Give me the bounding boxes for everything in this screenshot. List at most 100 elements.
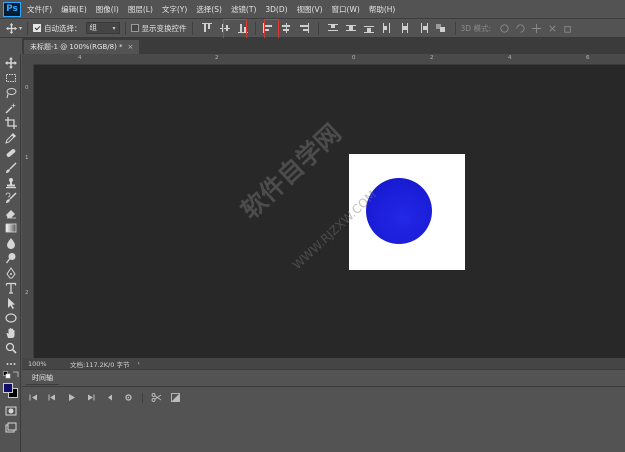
move-tool-icon[interactable] bbox=[6, 22, 17, 34]
align-top-edges-icon[interactable] bbox=[201, 22, 213, 34]
foreground-color-swatch[interactable] bbox=[3, 383, 13, 393]
chevron-right-icon[interactable]: › bbox=[137, 360, 139, 367]
3d-roll-icon[interactable] bbox=[515, 23, 526, 34]
3d-mode-label: 3D 模式: bbox=[460, 23, 491, 33]
align-horizontal-centers-icon[interactable] bbox=[280, 22, 292, 34]
menu-edit[interactable]: 编辑(E) bbox=[61, 4, 87, 15]
crop-tool-icon[interactable] bbox=[5, 117, 17, 129]
ruler-number: 0 bbox=[352, 55, 356, 61]
chevron-down-icon: ▾ bbox=[112, 25, 116, 32]
blur-tool-icon[interactable] bbox=[5, 237, 17, 249]
pen-tool-icon[interactable] bbox=[5, 267, 17, 279]
ruler-number: 0 bbox=[25, 85, 29, 91]
tool-preset-chevron-icon[interactable]: ▾ bbox=[19, 25, 22, 32]
timeline-tab[interactable]: 时间轴 bbox=[26, 372, 59, 385]
ruler-number: 4 bbox=[78, 55, 82, 61]
move-tool-icon[interactable] bbox=[5, 57, 17, 69]
menu-select[interactable]: 选择(S) bbox=[196, 4, 222, 15]
align-right-edges-icon[interactable] bbox=[298, 22, 310, 34]
clone-stamp-tool-icon[interactable] bbox=[5, 177, 17, 189]
blue-circle-shape[interactable] bbox=[366, 178, 432, 244]
distribute-vertical-centers-icon[interactable] bbox=[345, 22, 357, 34]
document-canvas[interactable] bbox=[349, 154, 465, 270]
marquee-tool-icon[interactable] bbox=[5, 72, 17, 84]
options-bar: ▾ 自动选择： 组 ▾ 显示变换控件 3D 模式: bbox=[0, 19, 625, 38]
divider bbox=[254, 21, 256, 35]
previous-frame-icon[interactable] bbox=[47, 392, 58, 403]
divider bbox=[454, 21, 456, 35]
document-tab-title: 未标题-1 @ 100%(RGB/8) * bbox=[30, 43, 123, 51]
status-bar: 100% 文档:117.2K/0 字节 › bbox=[22, 358, 625, 369]
auto-select-checkbox[interactable] bbox=[33, 24, 42, 32]
ruler-number: 4 bbox=[508, 55, 512, 61]
distribute-horizontal-centers-icon[interactable] bbox=[399, 22, 411, 34]
document-info: 文档:117.2K/0 字节 bbox=[70, 360, 130, 369]
ruler-number: 2 bbox=[215, 55, 219, 61]
auto-select-target-dropdown[interactable]: 组 ▾ bbox=[85, 22, 120, 34]
auto-select-label: 自动选择： bbox=[44, 23, 82, 33]
split-at-playhead-icon[interactable] bbox=[151, 392, 162, 403]
3d-rotate-icon[interactable] bbox=[499, 23, 510, 34]
ruler-number: 1 bbox=[25, 155, 29, 161]
photoshop-logo: Ps bbox=[3, 1, 21, 17]
transition-icon[interactable] bbox=[170, 392, 181, 403]
screen-mode-icon[interactable] bbox=[5, 422, 17, 434]
timeline-controls bbox=[28, 392, 189, 403]
menu-file[interactable]: 文件(F) bbox=[27, 4, 52, 15]
menu-type[interactable]: 文字(Y) bbox=[162, 4, 187, 15]
menu-filter[interactable]: 滤镜(T) bbox=[231, 4, 256, 15]
menu-3d[interactable]: 3D(D) bbox=[265, 5, 287, 14]
default-colors-icon[interactable] bbox=[3, 371, 11, 379]
audio-icon[interactable] bbox=[104, 392, 115, 403]
go-to-first-frame-icon[interactable] bbox=[28, 392, 39, 403]
show-transform-controls-checkbox[interactable] bbox=[130, 24, 139, 32]
healing-brush-tool-icon[interactable] bbox=[5, 147, 17, 159]
ruler-number: 6 bbox=[586, 55, 590, 61]
eyedropper-tool-icon[interactable] bbox=[5, 132, 17, 144]
horizontal-ruler: 4 2 0 2 4 6 bbox=[34, 54, 625, 65]
distribute-top-edges-icon[interactable] bbox=[327, 22, 339, 34]
distribute-right-edges-icon[interactable] bbox=[417, 22, 429, 34]
document-tab[interactable]: 未标题-1 @ 100%(RGB/8) * × bbox=[24, 40, 140, 54]
settings-gear-icon[interactable] bbox=[123, 392, 134, 403]
zoom-level-field[interactable]: 100% bbox=[22, 360, 58, 368]
close-icon[interactable]: × bbox=[128, 43, 134, 51]
3d-scale-icon[interactable] bbox=[563, 23, 574, 34]
type-tool-icon[interactable] bbox=[5, 282, 17, 294]
auto-align-layers-icon[interactable] bbox=[435, 22, 447, 34]
dodge-tool-icon[interactable] bbox=[5, 252, 17, 264]
menu-help[interactable]: 帮助(H) bbox=[369, 4, 396, 15]
divider bbox=[191, 21, 193, 35]
magic-wand-tool-icon[interactable] bbox=[5, 102, 17, 114]
quick-mask-icon[interactable] bbox=[5, 405, 17, 417]
ellipse-tool-icon[interactable] bbox=[5, 312, 17, 324]
menu-view[interactable]: 视图(V) bbox=[297, 4, 323, 15]
menu-image[interactable]: 图像(I) bbox=[96, 4, 119, 15]
more-tools-icon[interactable] bbox=[5, 358, 17, 370]
divider bbox=[124, 21, 126, 35]
distribute-bottom-edges-icon[interactable] bbox=[363, 22, 375, 34]
3d-drag-icon[interactable] bbox=[531, 23, 542, 34]
lasso-tool-icon[interactable] bbox=[5, 87, 17, 99]
path-selection-tool-icon[interactable] bbox=[5, 297, 17, 309]
show-transform-controls-label: 显示变换控件 bbox=[141, 23, 187, 33]
distribute-left-edges-icon[interactable] bbox=[381, 22, 393, 34]
menu-window[interactable]: 窗口(W) bbox=[332, 4, 360, 15]
next-frame-icon[interactable] bbox=[85, 392, 96, 403]
divider bbox=[22, 386, 625, 387]
zoom-tool-icon[interactable] bbox=[5, 342, 17, 354]
menu-layer[interactable]: 图层(L) bbox=[128, 4, 153, 15]
divider bbox=[142, 392, 143, 403]
ruler-origin[interactable] bbox=[22, 54, 34, 65]
brush-tool-icon[interactable] bbox=[5, 162, 17, 174]
gradient-tool-icon[interactable] bbox=[5, 222, 17, 234]
history-brush-tool-icon[interactable] bbox=[5, 192, 17, 204]
play-icon[interactable] bbox=[66, 392, 77, 403]
hand-tool-icon[interactable] bbox=[5, 327, 17, 339]
swap-colors-icon[interactable] bbox=[12, 371, 20, 379]
eraser-tool-icon[interactable] bbox=[5, 207, 17, 219]
document-tab-bar: 未标题-1 @ 100%(RGB/8) * × bbox=[22, 38, 625, 54]
canvas-workspace[interactable] bbox=[34, 65, 625, 358]
3d-slide-icon[interactable] bbox=[547, 23, 558, 34]
divider bbox=[317, 21, 319, 35]
